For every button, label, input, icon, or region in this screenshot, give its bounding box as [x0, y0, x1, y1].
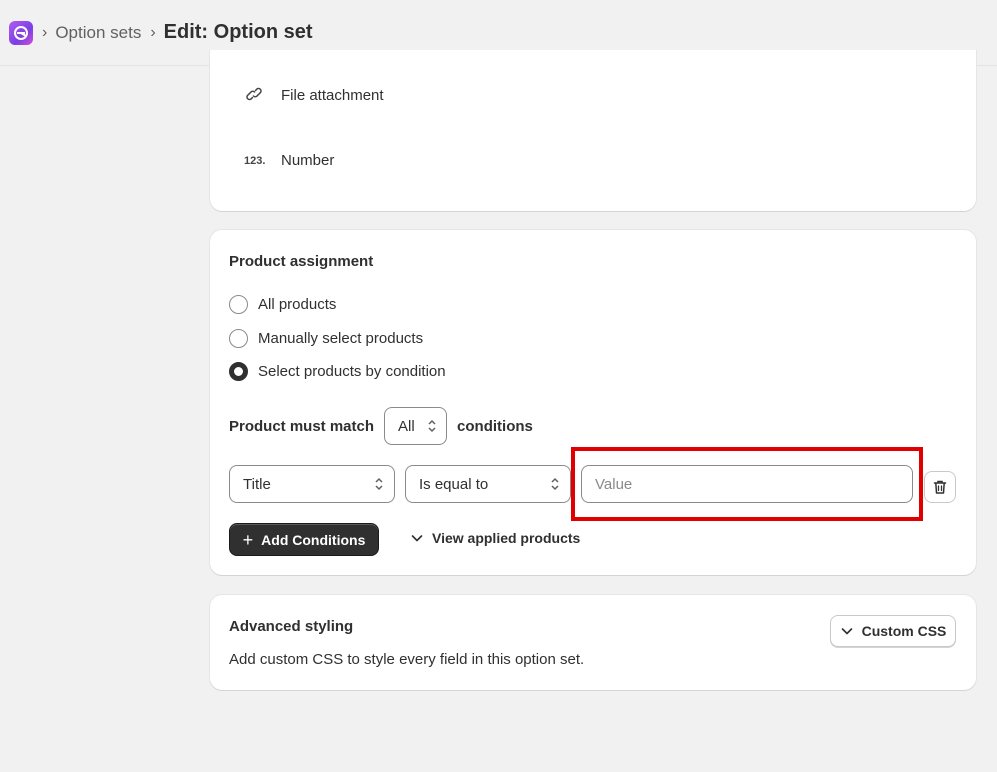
- breadcrumb-separator: ›: [42, 23, 48, 41]
- radio-select-by-condition[interactable]: Select products by condition: [229, 362, 446, 381]
- page-title: Edit: Option set: [163, 21, 313, 43]
- plus-icon: +: [242, 529, 254, 550]
- custom-css-button[interactable]: Custom CSS: [830, 615, 956, 647]
- condition-field-value: Title: [243, 475, 271, 493]
- view-applied-products-label: View applied products: [432, 530, 581, 546]
- field-types-card: File attachment 123. Number: [210, 50, 976, 211]
- condition-field-select[interactable]: Title: [229, 465, 395, 503]
- field-type-file-attachment[interactable]: File attachment: [244, 86, 384, 105]
- breadcrumb-separator: ›: [150, 23, 156, 41]
- advanced-description: Add custom CSS to style every field in t…: [229, 651, 585, 668]
- trash-icon: [933, 480, 947, 494]
- match-type-value: All: [398, 417, 415, 435]
- select-arrows-icon: [551, 477, 559, 491]
- radio-button[interactable]: [229, 329, 248, 348]
- radio-label: Manually select products: [258, 330, 424, 347]
- radio-manually-select[interactable]: Manually select products: [229, 329, 423, 348]
- chevron-down-icon: [411, 535, 423, 542]
- breadcrumb-option-sets-link[interactable]: Option sets: [55, 23, 141, 43]
- radio-button-checked[interactable]: [229, 362, 248, 381]
- condition-operator-select[interactable]: Is equal to: [405, 465, 571, 503]
- section-title: Product assignment: [229, 253, 374, 270]
- radio-label: Select products by condition: [258, 363, 446, 380]
- custom-css-label: Custom CSS: [861, 623, 947, 639]
- delete-condition-button[interactable]: [924, 471, 956, 503]
- advanced-styling-card: Advanced styling Add custom CSS to style…: [210, 595, 976, 690]
- section-title: Advanced styling: [229, 618, 354, 635]
- match-suffix: conditions: [457, 417, 533, 435]
- match-prefix: Product must match: [229, 417, 375, 435]
- product-assignment-card: Product assignment All products Manually…: [210, 230, 976, 575]
- select-arrows-icon: [428, 419, 436, 433]
- radio-button[interactable]: [229, 295, 248, 314]
- add-conditions-button[interactable]: + Add Conditions: [229, 523, 379, 556]
- match-row: Product must match All conditions: [229, 407, 533, 445]
- select-arrows-icon: [375, 477, 383, 491]
- add-conditions-label: Add Conditions: [261, 531, 366, 548]
- field-type-label: Number: [281, 152, 335, 169]
- number-icon: 123.: [244, 154, 266, 167]
- link-icon: [244, 86, 264, 105]
- match-type-select[interactable]: All: [384, 407, 448, 445]
- radio-all-products[interactable]: All products: [229, 295, 336, 314]
- field-type-label: File attachment: [281, 87, 384, 104]
- condition-operator-value: Is equal to: [419, 475, 489, 493]
- chevron-down-icon: [841, 628, 852, 635]
- app-logo-icon[interactable]: [9, 20, 33, 45]
- view-applied-products-link[interactable]: View applied products: [410, 530, 580, 546]
- radio-label: All products: [258, 296, 337, 313]
- field-type-number[interactable]: 123. Number: [244, 152, 334, 169]
- condition-value-input[interactable]: [581, 465, 913, 503]
